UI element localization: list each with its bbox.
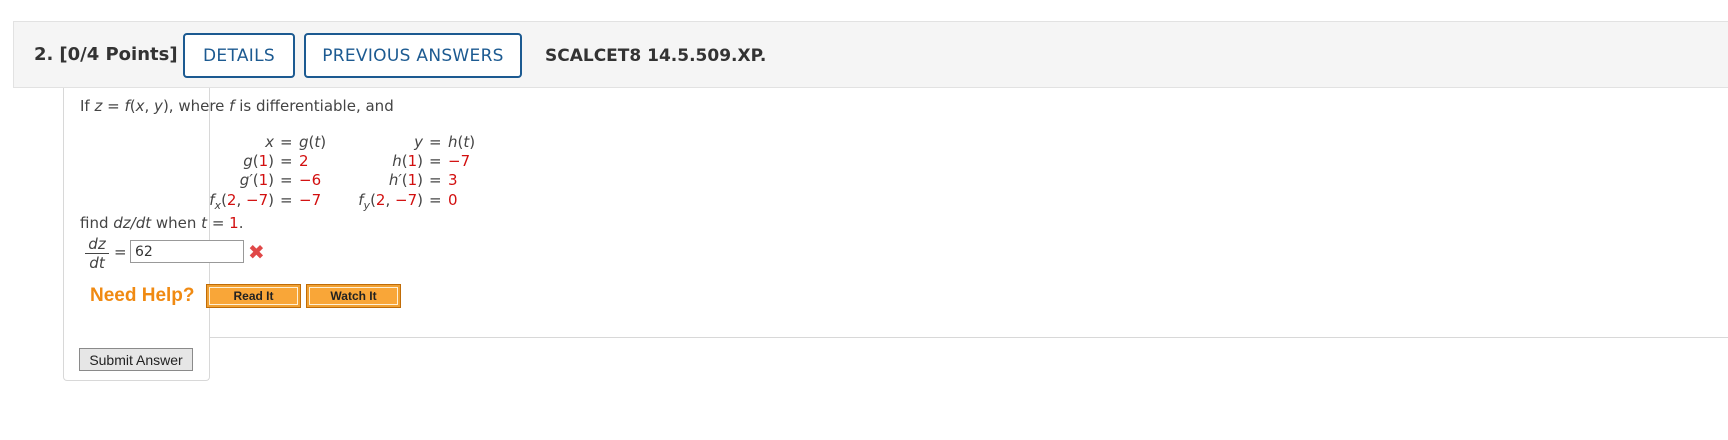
- watch-it-label: Watch It: [309, 287, 398, 305]
- problem-statement: If z = f(x, y), where f is differentiabl…: [80, 97, 394, 115]
- details-button[interactable]: DETAILS: [183, 33, 295, 78]
- fraction-numerator: dz: [85, 235, 109, 254]
- dz-dt-fraction: dz dt: [85, 235, 109, 273]
- question-number: 2.: [34, 44, 54, 65]
- question-points: [0/4 Points]: [59, 44, 178, 65]
- watch-it-button[interactable]: Watch It: [306, 284, 401, 308]
- answer-equals: =: [114, 243, 127, 261]
- question-reference: SCALCET8 14.5.509.XP.: [545, 46, 767, 66]
- question-body-divider: [209, 337, 1728, 338]
- read-it-button[interactable]: Read It: [206, 284, 301, 308]
- previous-answers-button[interactable]: PREVIOUS ANSWERS: [304, 33, 522, 78]
- find-prompt: find dz/dt when t = 1.: [80, 214, 244, 232]
- question-title: 2. [0/4 Points]: [34, 44, 178, 65]
- read-it-label: Read It: [209, 287, 298, 305]
- need-help-label: Need Help?: [90, 285, 195, 306]
- answer-input[interactable]: [130, 240, 244, 263]
- incorrect-icon: ✖: [248, 240, 265, 264]
- question-header: 2. [0/4 Points] DETAILS PREVIOUS ANSWERS …: [13, 21, 1728, 88]
- fraction-denominator: dt: [89, 254, 105, 272]
- submit-answer-button[interactable]: Submit Answer: [79, 348, 193, 371]
